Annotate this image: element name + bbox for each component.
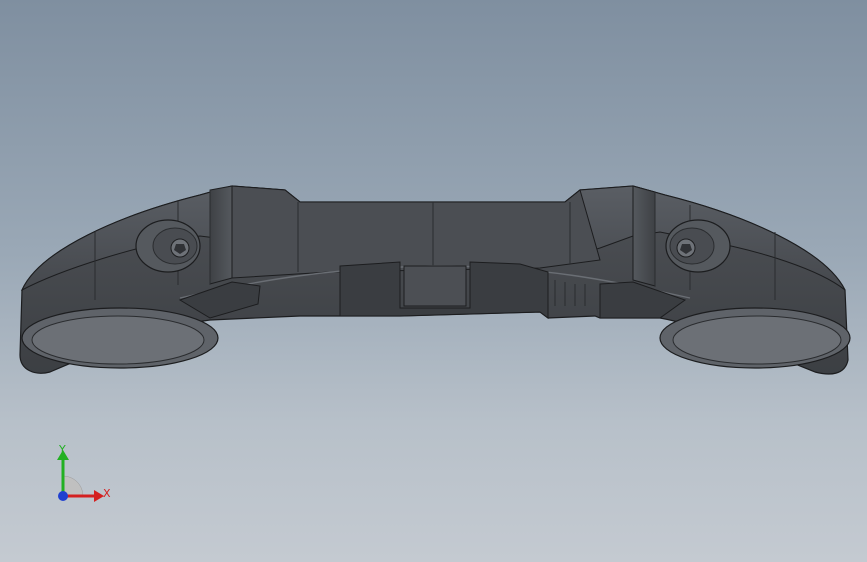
center-block-left-side (209, 185, 233, 285)
right-screw-boss (665, 219, 731, 273)
y-axis-label: Y (59, 443, 66, 456)
orientation-triad (57, 450, 104, 502)
x-axis-label: X (103, 487, 111, 500)
slot-inner (403, 265, 467, 307)
right-bore-inner (672, 315, 842, 365)
center-block-face (231, 185, 601, 279)
graphics-viewport[interactable]: Y X (0, 0, 867, 562)
left-screw-boss (135, 219, 201, 273)
z-axis-dot (58, 491, 68, 501)
center-block-right-side (632, 185, 656, 287)
3d-model-part[interactable] (0, 0, 867, 562)
left-bore-inner (31, 315, 205, 365)
